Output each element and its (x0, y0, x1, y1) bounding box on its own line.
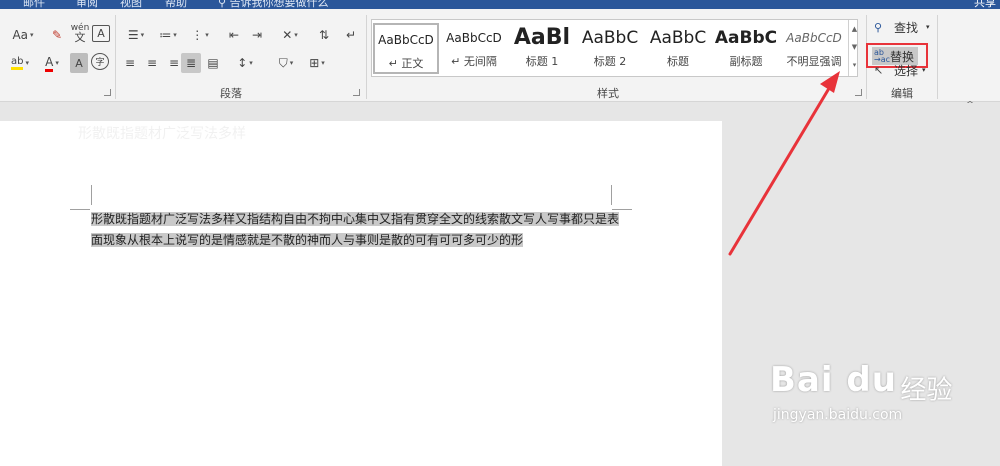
arrow-head (820, 71, 840, 93)
brand-text: 经验 (900, 375, 953, 406)
baidu-watermark: Bai du 经验 jingyan.baidu.com (770, 360, 952, 423)
watermark-url: jingyan.baidu.com (773, 406, 903, 423)
arrow-shaft (728, 88, 830, 256)
baidu-logo: Bai du (770, 360, 897, 400)
